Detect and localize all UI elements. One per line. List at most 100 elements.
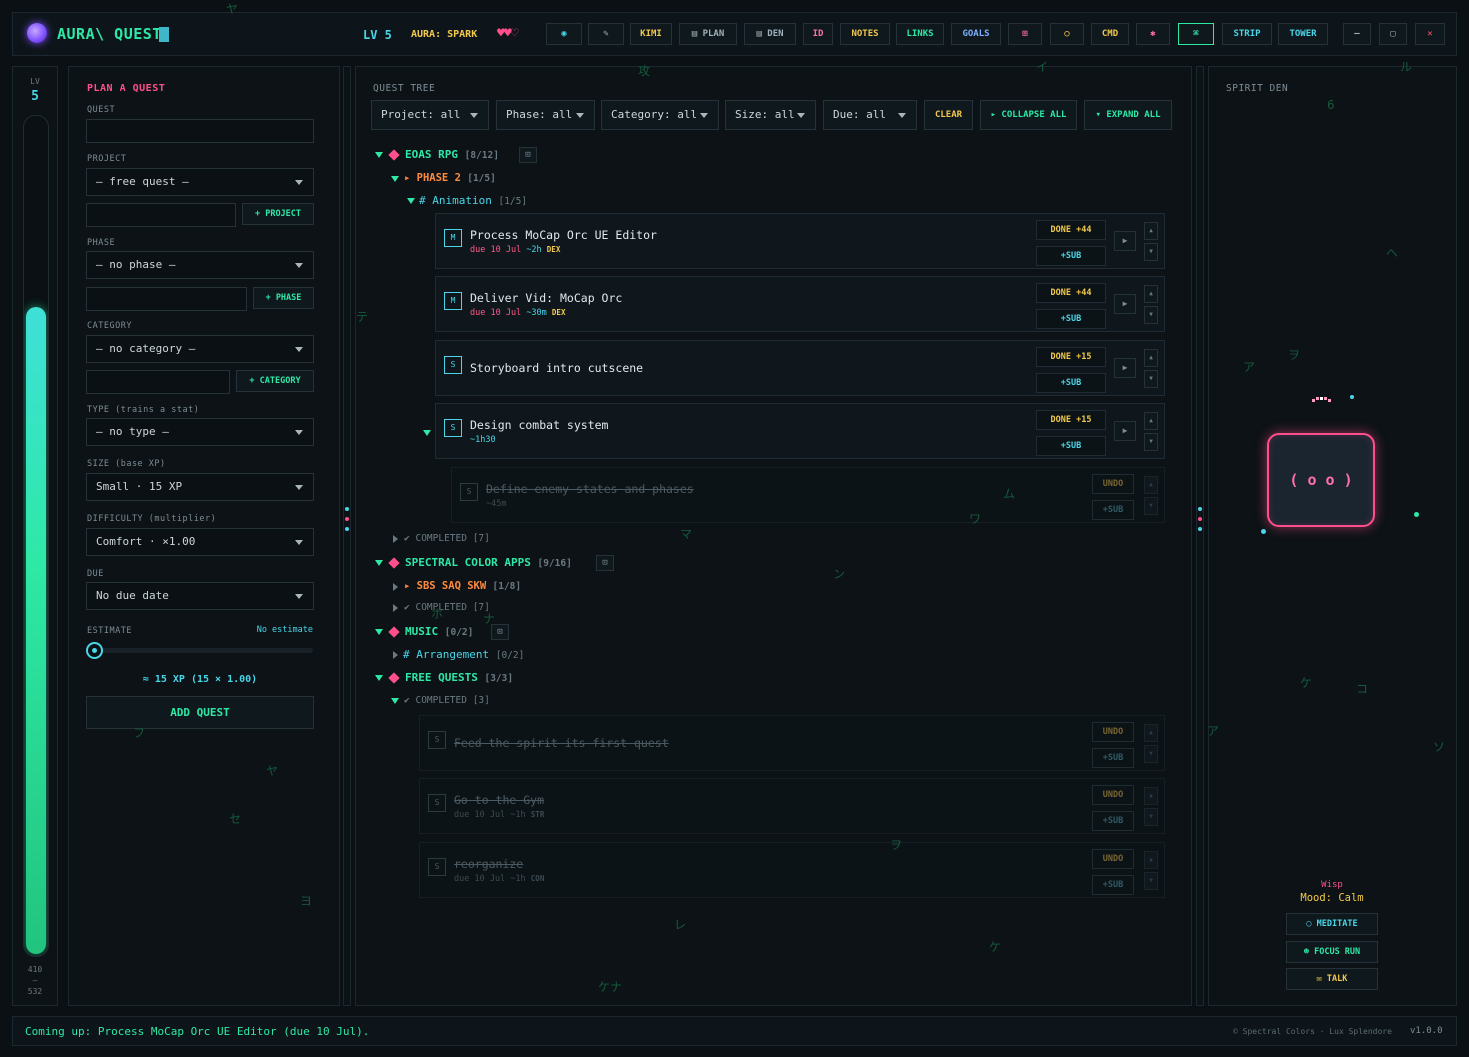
collapse-toggle-icon[interactable] [423,430,431,436]
add-sub-button[interactable]: +SUB [1092,748,1134,768]
difficulty-select[interactable]: Comfort · ×1.00 [86,528,314,556]
puzzle-icon[interactable]: ✱ [1136,23,1170,45]
completed-group-free[interactable]: ✔ COMPLETED [3] [404,695,490,706]
move-down-icon[interactable]: ▼ [1144,808,1158,826]
category-filter[interactable]: Category: all [601,100,719,130]
undo-button[interactable]: UNDO [1092,849,1134,869]
lock-icon[interactable]: ⊡ [596,555,614,571]
wrench-icon[interactable]: ✎ [588,23,624,45]
add-sub-button[interactable]: +SUB [1036,373,1106,393]
project-eoas-rpg[interactable]: EOAS RPG [8/12] [405,148,499,161]
add-sub-button[interactable]: +SUB [1036,309,1106,329]
project-spectral-color-apps[interactable]: SPECTRAL COLOR APPS [9/16] [405,556,572,569]
talk-button[interactable]: ✉ TALK [1286,968,1378,990]
move-up-icon[interactable]: ▲ [1144,724,1158,742]
focus-run-button[interactable]: ☻ FOCUS RUN [1286,941,1378,963]
strip-button[interactable]: STRIP [1222,23,1272,45]
project-free-quests[interactable]: FREE QUESTS [3/3] [405,671,513,684]
done-button[interactable]: DONE +15 [1036,410,1106,430]
due-filter[interactable]: Due: all [823,100,917,130]
collapse-toggle-icon[interactable] [375,152,383,158]
category-select[interactable]: — no category — [86,335,314,363]
move-down-icon[interactable]: ▼ [1144,745,1158,763]
command-icon[interactable]: ⌘ [1178,23,1214,45]
play-icon[interactable]: ▶ [1114,421,1136,441]
collapse-toggle-icon[interactable] [375,629,383,635]
move-up-icon[interactable]: ▲ [1144,476,1158,494]
phase-2-node[interactable]: ▸ PHASE 2 [1/5] [404,172,496,184]
move-down-icon[interactable]: ▼ [1144,370,1158,388]
estimate-slider-track[interactable] [95,648,313,653]
move-up-icon[interactable]: ▲ [1144,222,1158,240]
collapse-all-button[interactable]: ▸ COLLAPSE ALL [980,100,1077,130]
maximize-button[interactable]: ▢ [1379,23,1407,45]
add-sub-button[interactable]: +SUB [1092,811,1134,831]
notes-button[interactable]: NOTES [840,23,890,45]
type-select[interactable]: — no type — [86,418,314,446]
collapse-toggle-icon[interactable] [391,698,399,704]
collapse-toggle-icon[interactable] [391,176,399,182]
eye-icon[interactable]: ◉ [546,23,582,45]
expand-toggle-icon[interactable] [393,604,398,612]
meditate-button[interactable]: ◯ MEDITATE [1286,913,1378,935]
kimi-button[interactable]: KIMI [630,23,672,45]
add-quest-button[interactable]: ADD QUEST [86,696,314,729]
lock-icon[interactable]: ⊡ [519,147,537,163]
plan-button[interactable]: ▤ PLAN [679,23,737,45]
project-music[interactable]: MUSIC [0/2] [405,625,473,638]
play-icon[interactable]: ▶ [1114,294,1136,314]
completed-group-eoas[interactable]: ✔ COMPLETED [7] [404,533,490,544]
new-phase-input[interactable] [86,287,247,311]
quest-card[interactable]: M Process MoCap Orc UE Editor due 10 Jul… [435,213,1165,269]
cmd-button[interactable]: CMD [1091,23,1129,45]
completed-quest-card[interactable]: S Feed the spirit its first quest UNDO +… [419,715,1165,771]
estimate-slider-handle[interactable] [86,642,103,659]
collapse-toggle-icon[interactable] [407,198,415,204]
undo-button[interactable]: UNDO [1092,785,1134,805]
spirit-avatar[interactable]: ( o o ) [1267,433,1375,527]
move-up-icon[interactable]: ▲ [1144,285,1158,303]
project-select[interactable]: — free quest — [86,168,314,196]
gift-icon[interactable]: ⊞ [1008,23,1042,45]
add-category-button[interactable]: + CATEGORY [236,370,314,392]
completed-quest-card[interactable]: S reorganize due 10 Jul ~1h CON UNDO +SU… [419,842,1165,898]
move-up-icon[interactable]: ▲ [1144,851,1158,869]
move-down-icon[interactable]: ▼ [1144,306,1158,324]
move-down-icon[interactable]: ▼ [1144,497,1158,515]
quest-card[interactable]: S Design combat system ~1h30 DONE +15 +S… [435,403,1165,459]
completed-group-spectral[interactable]: ✔ COMPLETED [7] [404,602,490,613]
done-button[interactable]: DONE +15 [1036,347,1106,367]
collapse-toggle-icon[interactable] [375,675,383,681]
play-icon[interactable]: ▶ [1114,358,1136,378]
expand-all-button[interactable]: ▾ EXPAND ALL [1084,100,1172,130]
quest-input[interactable] [86,119,314,143]
tower-button[interactable]: TOWER [1278,23,1328,45]
undo-button[interactable]: UNDO [1092,722,1134,742]
project-filter[interactable]: Project: all [371,100,489,130]
quest-card[interactable]: S Storyboard intro cutscene DONE +15 +SU… [435,340,1165,396]
done-button[interactable]: DONE +44 [1036,283,1106,303]
move-down-icon[interactable]: ▼ [1144,243,1158,261]
expand-toggle-icon[interactable] [393,583,398,591]
add-sub-button[interactable]: +SUB [1036,246,1106,266]
add-phase-button[interactable]: + PHASE [253,287,314,309]
done-button[interactable]: DONE +44 [1036,220,1106,240]
due-select[interactable]: No due date [86,582,314,610]
new-category-input[interactable] [86,370,230,394]
links-button[interactable]: LINKS [896,23,944,45]
move-down-icon[interactable]: ▼ [1144,433,1158,451]
clear-filters-button[interactable]: CLEAR [924,100,973,130]
id-button[interactable]: ID [803,23,833,45]
add-sub-button[interactable]: +SUB [1036,436,1106,456]
subquest-card[interactable]: S Define enemy states and phases ~45m UN… [451,467,1165,523]
new-project-input[interactable] [86,203,236,227]
left-splitter[interactable] [343,66,351,1006]
den-button[interactable]: ▤ DEN [744,23,796,45]
phase-select[interactable]: — no phase — [86,251,314,279]
add-project-button[interactable]: + PROJECT [242,203,314,225]
circle-icon[interactable]: ○ [1050,23,1084,45]
close-button[interactable]: ✕ [1415,23,1445,45]
right-splitter[interactable] [1196,66,1204,1006]
goals-button[interactable]: GOALS [951,23,1001,45]
move-down-icon[interactable]: ▼ [1144,872,1158,890]
